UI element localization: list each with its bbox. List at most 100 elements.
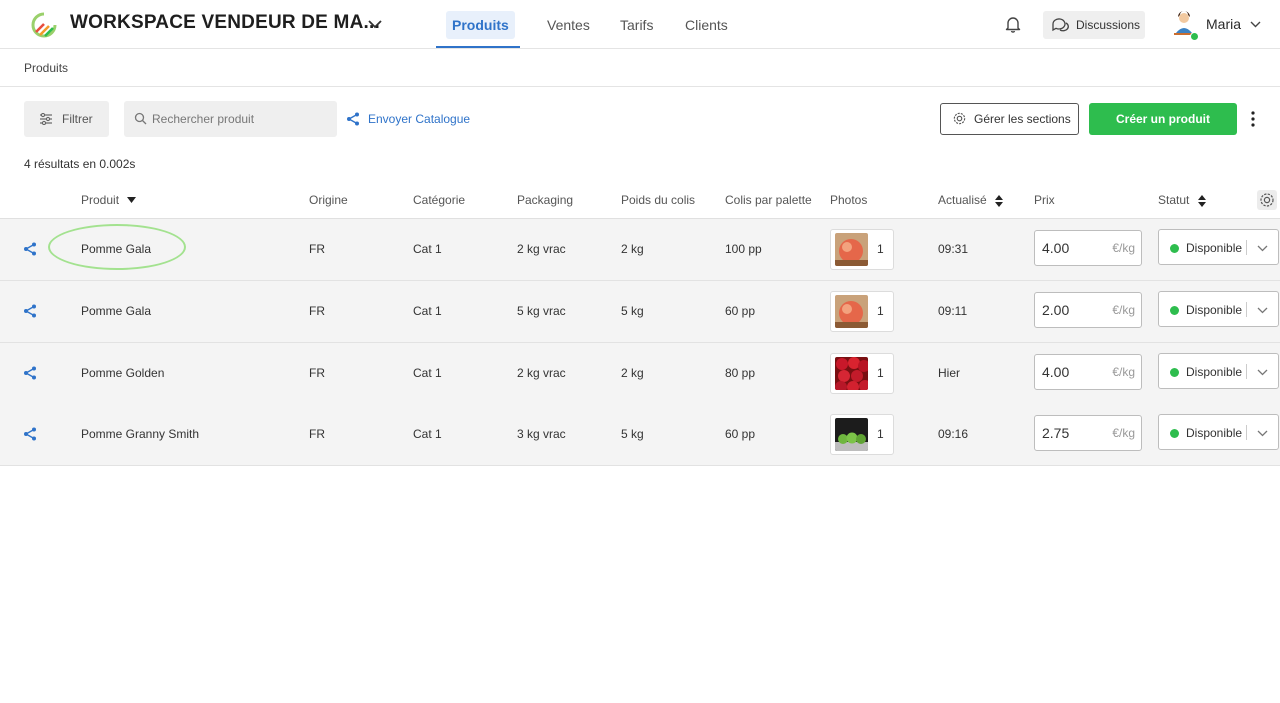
status-dot (1170, 244, 1179, 253)
tab-tarifs[interactable]: Tarifs (614, 11, 659, 39)
table-row[interactable]: Pomme Gala FR Cat 1 5 kg vrac 5 kg 60 pp 1 09:1… (0, 281, 1280, 343)
status-select[interactable]: Disponible (1158, 353, 1279, 389)
column-settings-gear-icon[interactable] (1257, 190, 1277, 210)
price-input[interactable] (1042, 416, 1104, 450)
weight-cell: 5 kg (621, 304, 644, 318)
origin-cell: FR (309, 427, 325, 441)
price-unit: €/kg (1112, 426, 1135, 440)
column-header-statut[interactable]: Statut (1158, 193, 1206, 207)
breadcrumb-bar: Produits (0, 49, 1280, 87)
create-product-button[interactable]: Créer un produit (1089, 103, 1237, 135)
price-field[interactable]: €/kg (1034, 230, 1142, 266)
photos-cell[interactable]: 1 (830, 353, 894, 394)
category-cell: Cat 1 (413, 242, 442, 256)
discussions-label: Discussions (1076, 18, 1141, 32)
status-dot (1170, 429, 1179, 438)
price-unit: €/kg (1112, 303, 1135, 317)
packaging-cell: 2 kg vrac (517, 366, 566, 380)
share-icon[interactable] (23, 427, 37, 441)
product-name[interactable]: Pomme Gala (81, 304, 151, 318)
share-icon[interactable] (23, 242, 37, 256)
manage-sections-button[interactable]: Gérer les sections (940, 103, 1079, 135)
filter-button[interactable]: Filtrer (24, 101, 109, 137)
origin-cell: FR (309, 366, 325, 380)
per-pallet-cell: 80 pp (725, 366, 756, 380)
active-tab-indicator (436, 46, 520, 48)
column-header-actualise[interactable]: Actualisé (938, 193, 1004, 207)
price-input[interactable] (1042, 231, 1104, 265)
status-select[interactable]: Disponible (1158, 414, 1279, 450)
chevron-down-icon[interactable] (1249, 19, 1262, 29)
price-input[interactable] (1042, 355, 1104, 389)
bell-icon[interactable] (1003, 14, 1023, 34)
column-header-poids: Poids du colis (621, 193, 696, 207)
product-photo[interactable] (835, 295, 868, 328)
column-header-packaging: Packaging (517, 193, 574, 207)
packaging-cell: 2 kg vrac (517, 242, 566, 256)
price-field[interactable]: €/kg (1034, 292, 1142, 328)
chat-bubbles-icon (1052, 18, 1069, 32)
product-photo[interactable] (835, 418, 868, 451)
breadcrumb[interactable]: Produits (24, 61, 68, 75)
share-icon[interactable] (23, 366, 37, 380)
discussions-button[interactable]: Discussions (1043, 11, 1145, 39)
origin-cell: FR (309, 304, 325, 318)
tab-clients[interactable]: Clients (679, 11, 734, 39)
status-select[interactable]: Disponible (1158, 291, 1279, 327)
top-bar: WORKSPACE VENDEUR DE MA... Produits Vent… (0, 0, 1280, 49)
column-header-produit[interactable]: Produit (81, 193, 137, 207)
price-field[interactable]: €/kg (1034, 354, 1142, 390)
status-dot (1170, 368, 1179, 377)
send-catalog-link[interactable]: Envoyer Catalogue (346, 110, 470, 128)
column-header-categorie: Catégorie (413, 193, 466, 207)
chevron-down-icon[interactable] (366, 17, 384, 31)
category-cell: Cat 1 (413, 427, 442, 441)
updated-cell: 09:11 (938, 304, 968, 318)
photos-cell[interactable]: 1 (830, 414, 894, 455)
results-count: 4 résultats en 0.002s (24, 157, 136, 171)
price-field[interactable]: €/kg (1034, 415, 1142, 451)
app-logo-icon[interactable] (31, 12, 57, 38)
search-input[interactable] (152, 101, 332, 137)
status-select[interactable]: Disponible (1158, 229, 1279, 265)
workspace-title[interactable]: WORKSPACE VENDEUR DE MA... (70, 12, 380, 34)
status-separator (1246, 425, 1247, 440)
weight-cell: 5 kg (621, 427, 644, 441)
sort-both-icon (1197, 194, 1206, 207)
tab-ventes[interactable]: Ventes (541, 11, 596, 39)
table-row[interactable]: Pomme Golden FR Cat 1 2 kg vrac 2 kg 80 pp 1 Hi… (0, 343, 1280, 405)
column-header-prix: Prix (1034, 193, 1055, 207)
per-pallet-cell: 60 pp (725, 427, 756, 441)
search-box[interactable] (124, 101, 337, 137)
table-row[interactable]: Pomme Gala FR Cat 12 kg vrac 2 kg 100 pp 1 09:… (0, 219, 1280, 281)
photo-count: 1 (877, 427, 884, 441)
price-unit: €/kg (1112, 241, 1135, 255)
status-label: Disponible (1186, 426, 1243, 440)
sort-both-icon (995, 194, 1004, 207)
photos-cell[interactable]: 1 (830, 291, 894, 332)
column-header-photos: Photos (830, 193, 868, 207)
per-pallet-cell: 60 pp (725, 304, 756, 318)
sliders-icon (40, 113, 52, 125)
filter-label: Filtrer (62, 112, 93, 126)
status-label: Disponible (1186, 241, 1243, 255)
product-name[interactable]: Pomme Granny Smith (81, 427, 199, 441)
status-separator (1246, 240, 1247, 255)
price-input[interactable] (1042, 293, 1104, 327)
product-photo[interactable] (835, 233, 868, 266)
send-catalog-label: Envoyer Catalogue (368, 112, 471, 126)
packaging-cell: 3 kg vrac (517, 427, 566, 441)
chevron-down-icon (1257, 430, 1268, 437)
product-photo[interactable] (835, 357, 868, 390)
chevron-down-icon (1257, 245, 1268, 252)
more-options-icon[interactable] (1248, 109, 1258, 129)
photos-cell[interactable]: 1 (830, 229, 894, 270)
tab-produits[interactable]: Produits (446, 11, 515, 39)
photo-count: 1 (877, 304, 884, 318)
column-header-colis-palette: Colis par palette (725, 193, 812, 207)
table-row[interactable]: Pomme Granny Smith FR Cat 1 3 kg vrac 5 kg 60… (0, 404, 1280, 466)
share-icon[interactable] (23, 304, 37, 318)
user-name[interactable]: Maria (1206, 16, 1241, 32)
column-label: Statut (1158, 193, 1190, 207)
product-name[interactable]: Pomme Golden (81, 366, 164, 380)
